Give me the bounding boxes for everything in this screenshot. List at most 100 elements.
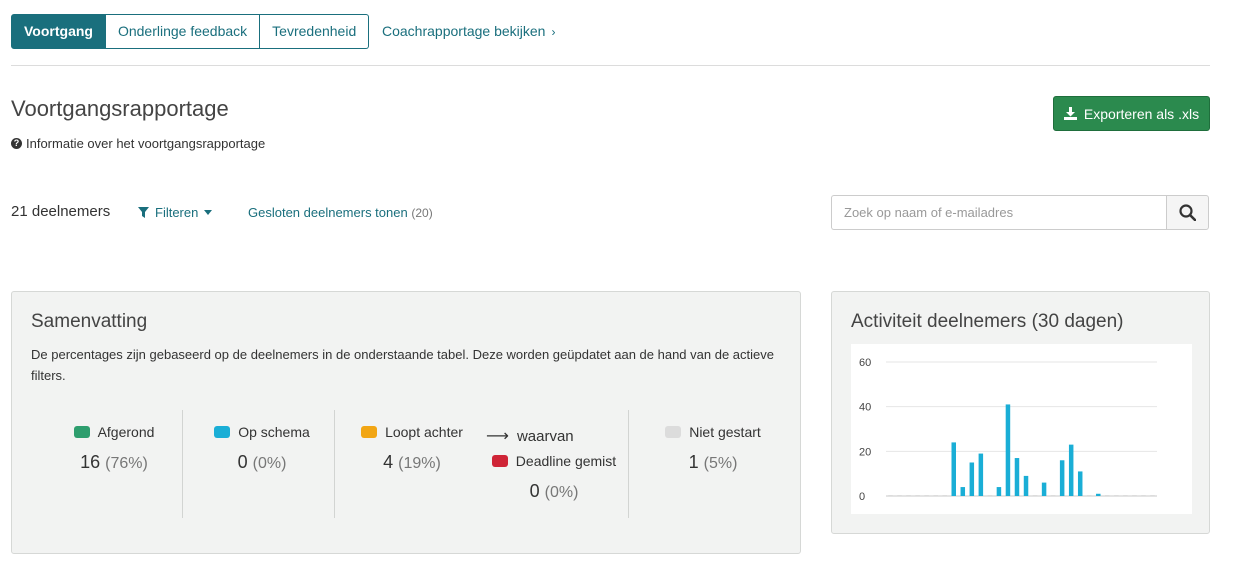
tab-tevredenheid[interactable]: Tevredenheid [260, 14, 370, 49]
activity-bar [960, 487, 966, 496]
download-icon [1063, 107, 1077, 120]
stat-percentage: (0%) [544, 484, 579, 501]
activity-bar [996, 487, 1002, 496]
stat-deadline-gemist: Deadline gemist 0 (0%) [484, 453, 624, 502]
coach-report-link[interactable]: Coachrapportage bekijken › [382, 23, 555, 39]
activity-bar [1114, 495, 1119, 496]
y-tick-label: 0 [859, 491, 865, 503]
swatch-deadline-gemist [491, 455, 508, 467]
stat-value: 1 [688, 452, 699, 472]
activity-bar [1077, 471, 1083, 496]
stat-label: Afgerond [97, 424, 155, 440]
closed-label: Gesloten deelnemers tonen [248, 205, 408, 220]
filter-icon [138, 207, 149, 218]
stat-label: Loopt achter [385, 424, 463, 440]
tab-onderlinge-feedback[interactable]: Onderlinge feedback [105, 14, 261, 49]
search-bar [831, 195, 1209, 230]
stat-afgerond: Afgerond 16 (76%) [54, 424, 174, 473]
activity-bar [978, 453, 984, 496]
tab-voortgang[interactable]: Voortgang [11, 14, 106, 49]
stat-value-wrap: 4 (19%) [352, 452, 472, 473]
stat-percentage: (0%) [252, 455, 287, 472]
stat-value-wrap: 16 (76%) [54, 452, 174, 473]
activity-bar [1023, 475, 1029, 496]
waarvan-label: waarvan [516, 427, 574, 445]
arrow-right-icon: ⟶ [486, 428, 509, 445]
stat-value: 16 [80, 452, 101, 472]
activity-bar [969, 462, 975, 496]
activity-bar [915, 495, 920, 496]
waarvan-indicator: ⟶ waarvan [486, 426, 574, 446]
activity-bar [1050, 495, 1056, 496]
activity-title: Activiteit deelnemers (30 dagen) [851, 311, 1124, 332]
stat-divider [628, 410, 629, 518]
activity-bar [906, 495, 911, 496]
chevron-right-icon: › [551, 25, 556, 39]
activity-bar [951, 442, 956, 496]
filter-label: Filteren [155, 205, 199, 220]
activity-bar [1014, 458, 1020, 496]
info-link[interactable]: ? Informatie over het voortgangsrapporta… [11, 136, 265, 151]
coach-report-label: Coachrapportage bekijken [382, 23, 546, 39]
summary-title: Samenvatting [31, 311, 148, 332]
swatch-afgerond [73, 426, 90, 438]
caret-down-icon [204, 210, 213, 215]
activity-bar [1096, 493, 1101, 496]
legend-deadline-gemist: Deadline gemist [484, 453, 624, 469]
search-button[interactable] [1166, 195, 1209, 230]
activity-bar [888, 495, 893, 496]
stat-divider [182, 410, 183, 518]
stat-value-wrap: 1 (5%) [648, 452, 778, 473]
question-circle-icon: ? [11, 138, 22, 149]
legend-op-schema: Op schema [202, 424, 322, 440]
show-closed-participants-link[interactable]: Gesloten deelnemers tonen (20) [248, 205, 433, 220]
info-label: Informatie over het voortgangsrapportage [26, 136, 266, 151]
search-icon [1179, 204, 1196, 221]
stat-value: 0 [237, 452, 248, 472]
page-title: Voortgangsrapportage [11, 96, 229, 121]
stat-label: Deadline gemist [515, 453, 617, 469]
activity-bar [1005, 404, 1011, 496]
stat-percentage: (76%) [105, 455, 148, 472]
y-tick-label: 20 [859, 446, 871, 458]
swatch-loopt-achter [361, 426, 378, 438]
stat-niet-gestart: Niet gestart 1 (5%) [648, 424, 778, 473]
swatch-niet-gestart [665, 426, 682, 438]
header-divider [11, 65, 1210, 66]
activity-bar [1141, 495, 1146, 496]
activity-bar [942, 495, 947, 496]
activity-bar [1105, 495, 1110, 496]
stat-label: Op schema [238, 424, 310, 440]
stat-value-wrap: 0 (0%) [202, 452, 322, 473]
report-tabs: Voortgang Onderlinge feedback Tevredenhe… [11, 14, 370, 49]
legend-afgerond: Afgerond [54, 424, 174, 440]
activity-bar [987, 495, 993, 496]
stat-percentage: (5%) [703, 455, 738, 472]
stat-value: 0 [529, 481, 540, 501]
activity-bar [1059, 460, 1065, 496]
activity-bar [1087, 495, 1092, 496]
export-xls-button[interactable]: Exporteren als .xls [1053, 96, 1210, 131]
participant-count: 21 deelnemers [11, 203, 111, 220]
activity-panel: Activiteit deelnemers (30 dagen) 0 20 40 60 [831, 291, 1210, 534]
activity-bar [1150, 495, 1155, 496]
stat-op-schema: Op schema 0 (0%) [202, 424, 322, 473]
activity-bar [1068, 444, 1074, 496]
stat-label: Niet gestart [689, 424, 761, 440]
y-tick-label: 40 [859, 402, 871, 414]
legend-niet-gestart: Niet gestart [648, 424, 778, 440]
stat-value-wrap: 0 (0%) [484, 481, 624, 502]
activity-bar [1032, 495, 1038, 496]
filter-dropdown[interactable]: Filteren [138, 205, 213, 220]
swatch-op-schema [214, 426, 231, 438]
export-label: Exporteren als .xls [1083, 105, 1200, 122]
stat-loopt-achter: Loopt achter 4 (19%) [352, 424, 472, 473]
activity-bar [1041, 482, 1047, 496]
activity-chart: 0 20 40 60 [851, 344, 1192, 514]
search-input[interactable] [831, 195, 1166, 230]
summary-description: De percentages zijn gebaseerd op de deel… [31, 347, 774, 383]
stat-percentage: (19%) [398, 455, 441, 472]
closed-count: (20) [411, 206, 433, 220]
summary-panel: Samenvatting De percentages zijn gebasee… [11, 291, 801, 554]
activity-bar [897, 495, 902, 496]
